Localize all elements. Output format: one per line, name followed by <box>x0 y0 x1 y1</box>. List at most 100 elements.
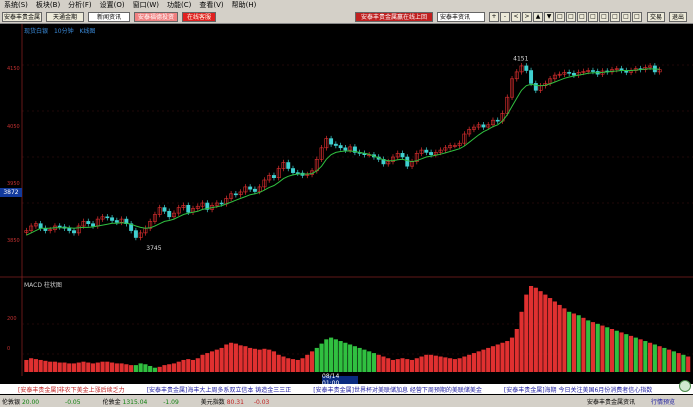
macd-bar-24 <box>138 363 143 372</box>
macd-bar-92 <box>462 356 467 372</box>
toolbar-button-3[interactable]: 新闻资讯 <box>88 11 130 22</box>
candle-body-67 <box>343 147 348 151</box>
macd-bar-8 <box>62 362 67 372</box>
candle-body-34 <box>186 205 191 213</box>
candle-body-9 <box>67 228 72 231</box>
macd-bar-5 <box>48 361 53 372</box>
macd-bar-109 <box>543 294 548 372</box>
promo-banner[interactable]: 安泰丰贵金属赢在线上回 <box>355 11 433 22</box>
macd-bar-3 <box>38 359 43 372</box>
chart-title-type: K线图 <box>79 28 96 35</box>
toolbar-icon-2[interactable]: < <box>511 11 521 22</box>
macd-bar-0 <box>24 359 29 372</box>
macd-bar-117 <box>581 317 586 372</box>
toolbar-button-1[interactable]: 安泰丰贵金属 <box>2 11 42 22</box>
macd-bar-105 <box>524 294 529 372</box>
macd-bar-65 <box>333 339 338 372</box>
toolbar-icon-10[interactable]: □ <box>599 11 609 22</box>
macd-bar-61 <box>314 347 319 372</box>
online-service-button[interactable]: 在线客服 <box>182 11 216 22</box>
toolbar-icon-8[interactable]: □ <box>577 11 587 22</box>
candle-body-56 <box>291 168 295 173</box>
toolbar-icon-5[interactable]: ▼ <box>544 11 554 22</box>
assistant-icon[interactable] <box>679 380 691 392</box>
macd-bar-50 <box>262 348 267 372</box>
menu-item-7[interactable]: 帮助(H) <box>232 0 257 10</box>
toolbar-icon-4[interactable]: ▲ <box>533 11 543 22</box>
exit-button[interactable]: 退出 <box>669 11 687 22</box>
candle-body-55 <box>286 162 291 169</box>
toolbar-icon-9[interactable]: □ <box>588 11 598 22</box>
menu-item-6[interactable]: 查看(V) <box>199 0 223 10</box>
y-label-3: 3950 <box>7 181 20 187</box>
macd-bar-81 <box>409 359 415 372</box>
macd-bar-70 <box>357 347 362 372</box>
macd-bar-31 <box>171 363 177 372</box>
macd-bar-76 <box>386 358 391 372</box>
trade-button[interactable]: 交易 <box>647 11 665 22</box>
macd-bar-113 <box>562 308 567 372</box>
macd-bar-123 <box>609 329 615 372</box>
candle-body-96 <box>481 124 486 128</box>
macd-bar-121 <box>600 325 605 372</box>
status-silver-change: -0.05 <box>65 398 81 406</box>
macd-bar-7 <box>57 362 62 372</box>
candle-body-47 <box>248 186 253 190</box>
candle-body-119 <box>590 70 595 72</box>
macd-bar-100 <box>500 342 505 372</box>
news-item-4[interactable]: [安泰丰贵金属]海期 今日关注美国6月份消费者信心指数 <box>504 385 652 394</box>
macd-bar-102 <box>509 337 515 372</box>
macd-bar-49 <box>257 349 262 372</box>
macd-bar-19 <box>114 363 119 372</box>
price-chart[interactable]: 4151 3745 <box>0 24 693 376</box>
macd-bar-6 <box>52 361 58 372</box>
macd-bar-108 <box>538 291 543 372</box>
macd-bar-29 <box>162 365 167 372</box>
macd-bar-63 <box>324 339 329 372</box>
news-item-2[interactable]: [安泰丰贵金属]海丰大上周多系双立信本 铸造金三三正 <box>147 385 292 394</box>
macd-bar-33 <box>181 359 186 372</box>
menu-item-4[interactable]: 窗口(W) <box>133 0 159 10</box>
macd-bar-56 <box>290 359 296 372</box>
toolbar-icon-11[interactable]: □ <box>610 11 620 22</box>
info-select[interactable]: 安泰丰资讯 <box>437 11 485 22</box>
toolbar-icon-12[interactable]: □ <box>621 11 631 22</box>
news-item-1[interactable]: [安泰丰贵金属]非农下美金上涨后续乏力 <box>18 385 125 394</box>
macd-bar-79 <box>400 358 405 372</box>
ma-line <box>26 68 660 236</box>
chart-area[interactable]: 4151 3745 <box>0 24 693 376</box>
status-gold-label: 伦敦金 <box>102 398 121 406</box>
menu-item-1[interactable]: 板块(B) <box>36 0 60 10</box>
candle-body-41 <box>219 202 224 205</box>
toolbar-icon-1[interactable]: - <box>500 11 510 22</box>
toolbar-button-2[interactable]: 天通金期 <box>46 11 84 22</box>
toolbar-icon-0[interactable]: + <box>489 11 499 22</box>
toolbar-icon-6[interactable]: □ <box>555 11 565 22</box>
toolbar-icon-7[interactable]: □ <box>566 11 576 22</box>
macd-bar-82 <box>414 358 419 372</box>
menu-item-0[interactable]: 系统(S) <box>4 0 28 10</box>
macd-bar-26 <box>148 365 153 372</box>
macd-bar-71 <box>362 349 367 372</box>
toolbar-icon-3[interactable]: > <box>522 11 532 22</box>
candle-body-52 <box>271 175 276 178</box>
macd-bar-38 <box>205 353 210 372</box>
news-ticker[interactable]: [安泰丰贵金属]非农下美金上涨后续乏力 [安泰丰贵金属]海丰大上周多系双立信本 … <box>0 384 693 394</box>
menu-item-5[interactable]: 功能(C) <box>167 0 191 10</box>
macd-bar-14 <box>90 363 96 372</box>
macd-bar-132 <box>652 344 657 372</box>
status-right-text: 安泰丰贵金属资讯 <box>587 398 636 406</box>
macd-bar-75 <box>381 356 386 372</box>
macd-bar-87 <box>438 356 443 372</box>
status-right-text-2[interactable]: 行情预览 <box>651 399 675 406</box>
news-item-3[interactable]: [安泰丰贵金属]世界杯对美联储加息 经营下周预期的美联储美金 <box>313 385 482 394</box>
macd-bar-93 <box>467 354 472 372</box>
toolbar-button-4[interactable]: 安泰福德投资 <box>134 11 178 22</box>
menu-item-2[interactable]: 分析(F) <box>68 0 92 10</box>
menu-item-3[interactable]: 设置(O) <box>100 0 125 10</box>
macd-bar-23 <box>133 365 138 372</box>
candle-body-105 <box>524 65 529 71</box>
macd-bar-80 <box>405 359 410 372</box>
y-label-6: 0 <box>7 346 11 352</box>
toolbar-icon-13[interactable]: □ <box>632 11 642 22</box>
